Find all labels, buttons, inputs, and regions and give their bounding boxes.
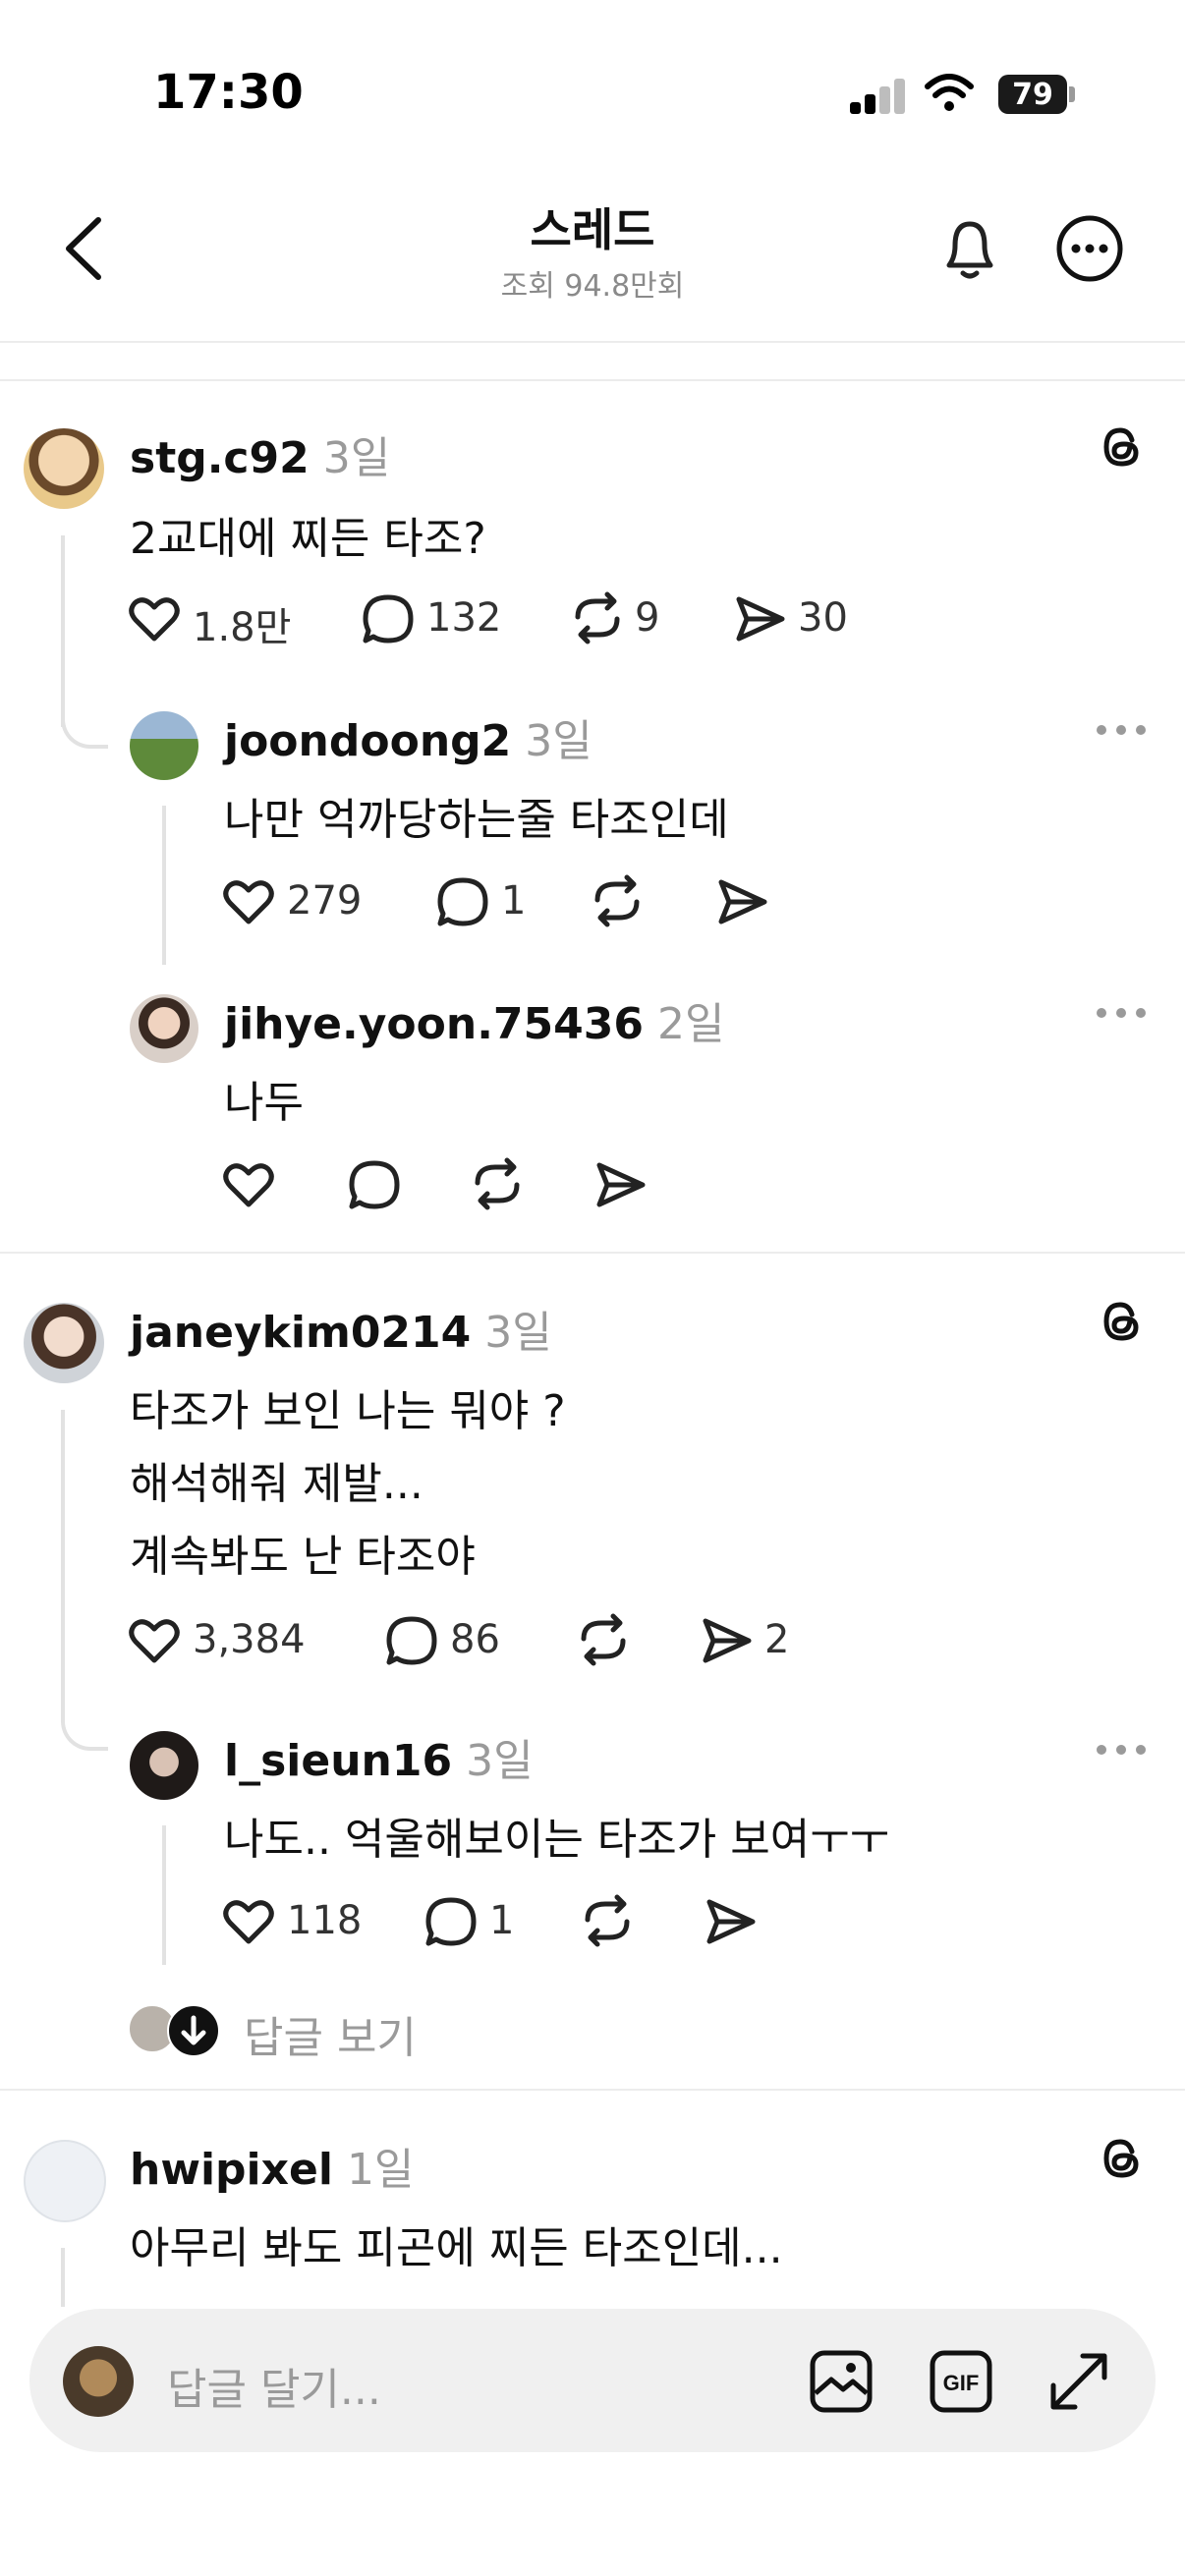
- comment-count: 1: [501, 878, 527, 924]
- cellular-signal-icon: [850, 79, 907, 114]
- threads-logo-icon[interactable]: [1097, 422, 1146, 472]
- more-dots-icon[interactable]: [1097, 1008, 1146, 1022]
- image-icon[interactable]: [808, 2348, 875, 2415]
- heart-icon[interactable]: [222, 1896, 275, 1945]
- like-count: 3,384: [193, 1617, 306, 1662]
- post-text-line: 타조가 보인 나는 뭐야 ?: [130, 1386, 566, 1436]
- reply-input[interactable]: 답글 달기...: [167, 2354, 381, 2417]
- reply-time: 3일: [466, 1736, 534, 1786]
- heart-icon[interactable]: [222, 876, 275, 925]
- bell-icon[interactable]: [937, 214, 1002, 283]
- battery-level: 79: [1012, 78, 1053, 112]
- more-dots-icon[interactable]: [1097, 1745, 1146, 1759]
- reply-username[interactable]: l_sieun16 3일: [224, 1725, 534, 1788]
- reply-text: 나두: [224, 1078, 304, 1128]
- thread-line: [162, 806, 166, 965]
- heart-icon[interactable]: [128, 593, 181, 643]
- avatar[interactable]: [24, 428, 104, 509]
- svg-text:GIF: GIF: [943, 2371, 980, 2395]
- send-icon[interactable]: [733, 593, 788, 644]
- comment-bubble-icon[interactable]: [385, 1615, 438, 1666]
- heart-icon[interactable]: [128, 1615, 181, 1664]
- share-count: 30: [798, 595, 848, 641]
- repost-icon[interactable]: [470, 1157, 525, 1210]
- wifi-icon: [925, 74, 974, 111]
- post-text: 2교대에 찌든 타조?: [130, 514, 486, 564]
- comment-count: 1: [489, 1898, 515, 1943]
- repost-icon[interactable]: [570, 591, 625, 644]
- comment-bubble-icon[interactable]: [436, 876, 489, 927]
- post-time: 3일: [322, 433, 391, 483]
- thread-line: [61, 1410, 65, 1719]
- post-username[interactable]: hwipixel 1일: [130, 2134, 414, 2197]
- like-count: 279: [287, 878, 363, 924]
- comment-bubble-icon[interactable]: [362, 593, 415, 644]
- post-divider: [0, 1252, 1185, 1254]
- reply-username[interactable]: jihye.yoon.75436 2일: [224, 988, 724, 1051]
- thread-line: [162, 1825, 166, 1965]
- post-text-line: 해석해줘 제발...: [130, 1459, 423, 1509]
- post-username[interactable]: stg.c92 3일: [130, 422, 390, 485]
- send-icon[interactable]: [704, 1896, 759, 1947]
- threads-logo-icon[interactable]: [1097, 1297, 1146, 1346]
- repost-count: 9: [635, 595, 660, 641]
- post-text: 아무리 봐도 피곤에 찌든 타조인데...: [130, 2223, 783, 2273]
- reply-time: 3일: [525, 716, 592, 766]
- arrow-down-icon[interactable]: [167, 2004, 220, 2057]
- repost-icon[interactable]: [590, 874, 645, 927]
- gif-icon[interactable]: GIF: [928, 2348, 994, 2415]
- avatar[interactable]: [130, 1731, 198, 1800]
- post-time: 1일: [346, 2145, 415, 2195]
- status-time: 17:30: [153, 65, 304, 120]
- view-replies-link[interactable]: 답글 보기: [244, 2002, 417, 2065]
- page-title: 스레드: [530, 203, 655, 256]
- header-divider: [0, 379, 1185, 381]
- avatar[interactable]: [130, 994, 198, 1063]
- post-divider: [0, 2089, 1185, 2091]
- avatar[interactable]: [130, 711, 198, 780]
- expand-icon[interactable]: [1045, 2348, 1112, 2415]
- repost-icon[interactable]: [580, 1894, 635, 1947]
- header-divider: [0, 341, 1185, 343]
- more-dots-icon[interactable]: [1097, 725, 1146, 739]
- send-icon[interactable]: [593, 1159, 649, 1210]
- comment-count: 132: [426, 595, 502, 641]
- repost-icon[interactable]: [576, 1613, 631, 1666]
- heart-icon[interactable]: [222, 1159, 275, 1208]
- view-count: 조회 94.8만회: [500, 269, 685, 304]
- like-count: 118: [287, 1898, 363, 1943]
- more-options-icon[interactable]: [1055, 214, 1124, 283]
- post-text-line: 계속봐도 난 타조야: [130, 1532, 476, 1582]
- thread-curve: [61, 1690, 108, 1751]
- threads-logo-icon[interactable]: [1097, 2134, 1146, 2183]
- avatar[interactable]: [24, 1303, 104, 1383]
- reply-username[interactable]: joondoong2 3일: [224, 705, 592, 768]
- thread-line: [61, 2248, 65, 2307]
- reply-text: 나만 억까당하는줄 타조인데: [224, 795, 729, 845]
- reply-time: 2일: [656, 999, 725, 1049]
- comment-bubble-icon[interactable]: [348, 1159, 401, 1210]
- send-icon[interactable]: [715, 876, 770, 927]
- comment-count: 86: [450, 1617, 500, 1662]
- comment-bubble-icon[interactable]: [424, 1896, 478, 1947]
- post-time: 3일: [484, 1308, 552, 1358]
- thread-curve: [61, 688, 108, 749]
- avatar: [63, 2346, 134, 2417]
- post-username[interactable]: janeykim0214 3일: [130, 1297, 552, 1360]
- battery-icon: 79: [998, 75, 1077, 114]
- share-count: 2: [764, 1617, 790, 1662]
- like-count: 1.8만: [193, 605, 292, 650]
- reply-text: 나도.. 억울해보이는 타조가 보여ㅜㅜ: [224, 1815, 890, 1865]
- send-icon[interactable]: [700, 1615, 755, 1666]
- avatar[interactable]: [24, 2140, 106, 2222]
